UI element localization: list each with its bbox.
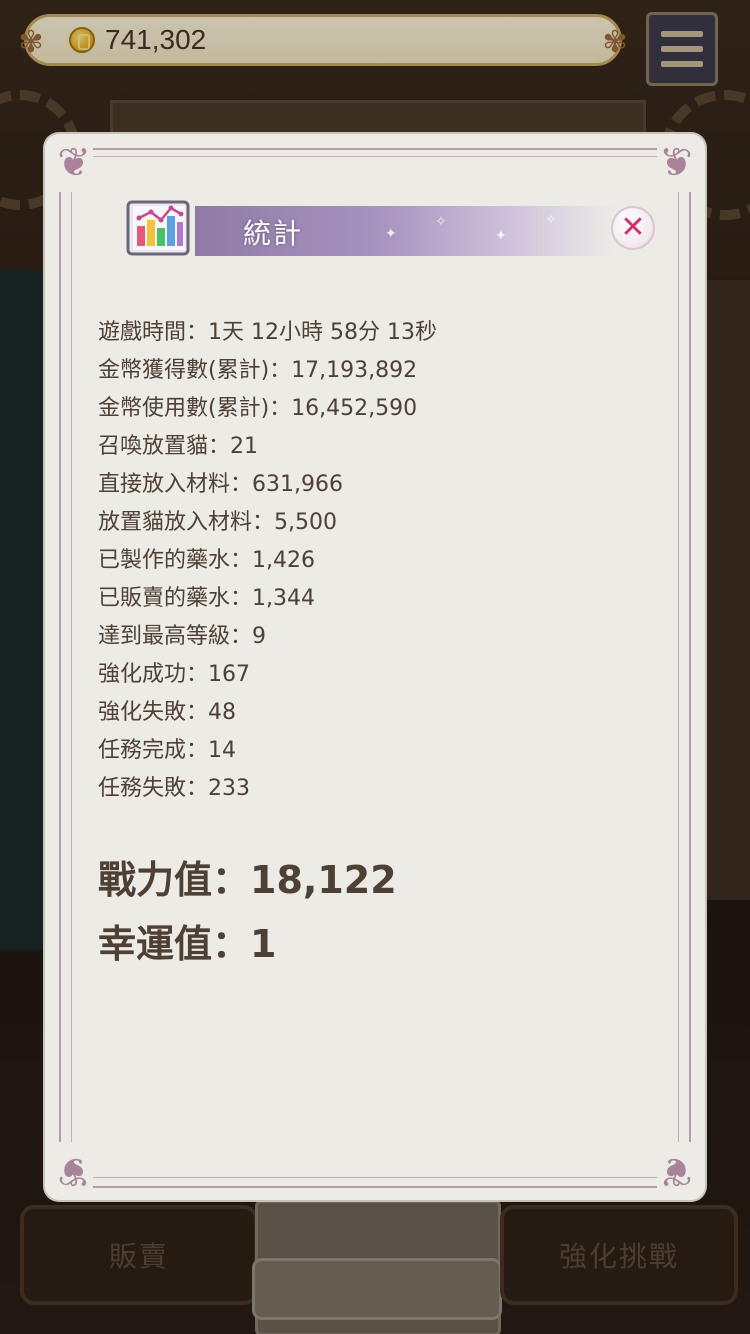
dialog-frame-right bbox=[678, 192, 691, 1142]
power-value: 18,122 bbox=[250, 858, 397, 902]
corner-ornament-icon: ❦ bbox=[57, 140, 91, 186]
corner-ornament-icon: ❦ bbox=[57, 1148, 91, 1194]
stat-value: 631,966 bbox=[252, 472, 344, 497]
luck-stat: 幸運值：1 bbox=[98, 922, 277, 966]
stat-label: 已販賣的藥水 bbox=[98, 586, 231, 611]
close-button[interactable]: ✕ bbox=[611, 206, 655, 250]
stat-value: 1天 12小時 58分 13秒 bbox=[208, 320, 437, 345]
stat-row: 任務失敗：233 bbox=[98, 776, 251, 801]
stat-label: 任務失敗 bbox=[98, 776, 187, 801]
stat-label: 達到最高等級 bbox=[98, 624, 231, 649]
dialog-frame-left bbox=[59, 192, 72, 1142]
statistics-dialog: ❦ ❦ ❦ ❦ ✦ ✧ ✦ ✧ 統計 ✕ 遊戲時間：1天 12小時 58分 13… bbox=[45, 134, 705, 1200]
stat-label: 金幣獲得數(累計) bbox=[98, 358, 270, 383]
luck-value: 1 bbox=[250, 922, 277, 966]
stat-value: 16,452,590 bbox=[291, 396, 418, 421]
stat-label: 金幣使用數(累計) bbox=[98, 396, 270, 421]
bar-chart-icon bbox=[126, 200, 190, 256]
stat-value: 5,500 bbox=[274, 510, 338, 535]
corner-ornament-icon: ❦ bbox=[659, 140, 693, 186]
stat-label: 放置貓放入材料 bbox=[98, 510, 253, 535]
stat-row: 已製作的藥水：1,426 bbox=[98, 548, 316, 573]
stat-label: 直接放入材料 bbox=[98, 472, 231, 497]
stat-row: 任務完成：14 bbox=[98, 738, 237, 763]
stat-value: 9 bbox=[252, 624, 267, 649]
power-stat: 戰力值：18,122 bbox=[98, 858, 397, 902]
stat-value: 233 bbox=[208, 776, 251, 801]
stat-label: 已製作的藥水 bbox=[98, 548, 231, 573]
stat-row: 金幣獲得數(累計)：17,193,892 bbox=[98, 358, 418, 383]
power-label: 戰力值 bbox=[98, 858, 213, 902]
stat-label: 任務完成 bbox=[98, 738, 187, 763]
summary-stats: 戰力值：18,122 幸運值：1 bbox=[98, 848, 397, 976]
stat-value: 21 bbox=[230, 434, 259, 459]
stat-row: 強化成功：167 bbox=[98, 662, 251, 687]
dialog-title: 統計 bbox=[243, 217, 304, 250]
stat-value: 48 bbox=[208, 700, 237, 725]
stat-row: 召喚放置貓：21 bbox=[98, 434, 259, 459]
stat-row: 已販賣的藥水：1,344 bbox=[98, 586, 316, 611]
stat-label: 強化失敗 bbox=[98, 700, 187, 725]
stat-value: 17,193,892 bbox=[291, 358, 418, 383]
stat-label: 召喚放置貓 bbox=[98, 434, 209, 459]
stat-row: 強化失敗：48 bbox=[98, 700, 237, 725]
stat-value: 14 bbox=[208, 738, 237, 763]
stat-value: 167 bbox=[208, 662, 251, 687]
corner-ornament-icon: ❦ bbox=[659, 1148, 693, 1194]
stats-list: 遊戲時間：1天 12小時 58分 13秒 金幣獲得數(累計)：17,193,892… bbox=[98, 314, 437, 808]
stat-label: 強化成功 bbox=[98, 662, 187, 687]
stat-value: 1,344 bbox=[252, 586, 316, 611]
stat-row: 遊戲時間：1天 12小時 58分 13秒 bbox=[98, 320, 437, 345]
stat-label: 遊戲時間 bbox=[98, 320, 187, 345]
stat-row: 金幣使用數(累計)：16,452,590 bbox=[98, 396, 418, 421]
close-icon: ✕ bbox=[620, 210, 646, 245]
stat-row: 達到最高等級：9 bbox=[98, 624, 267, 649]
stat-row: 直接放入材料：631,966 bbox=[98, 472, 344, 497]
stat-row: 放置貓放入材料：5,500 bbox=[98, 510, 338, 535]
stat-value: 1,426 bbox=[252, 548, 316, 573]
luck-label: 幸運值 bbox=[98, 922, 213, 966]
